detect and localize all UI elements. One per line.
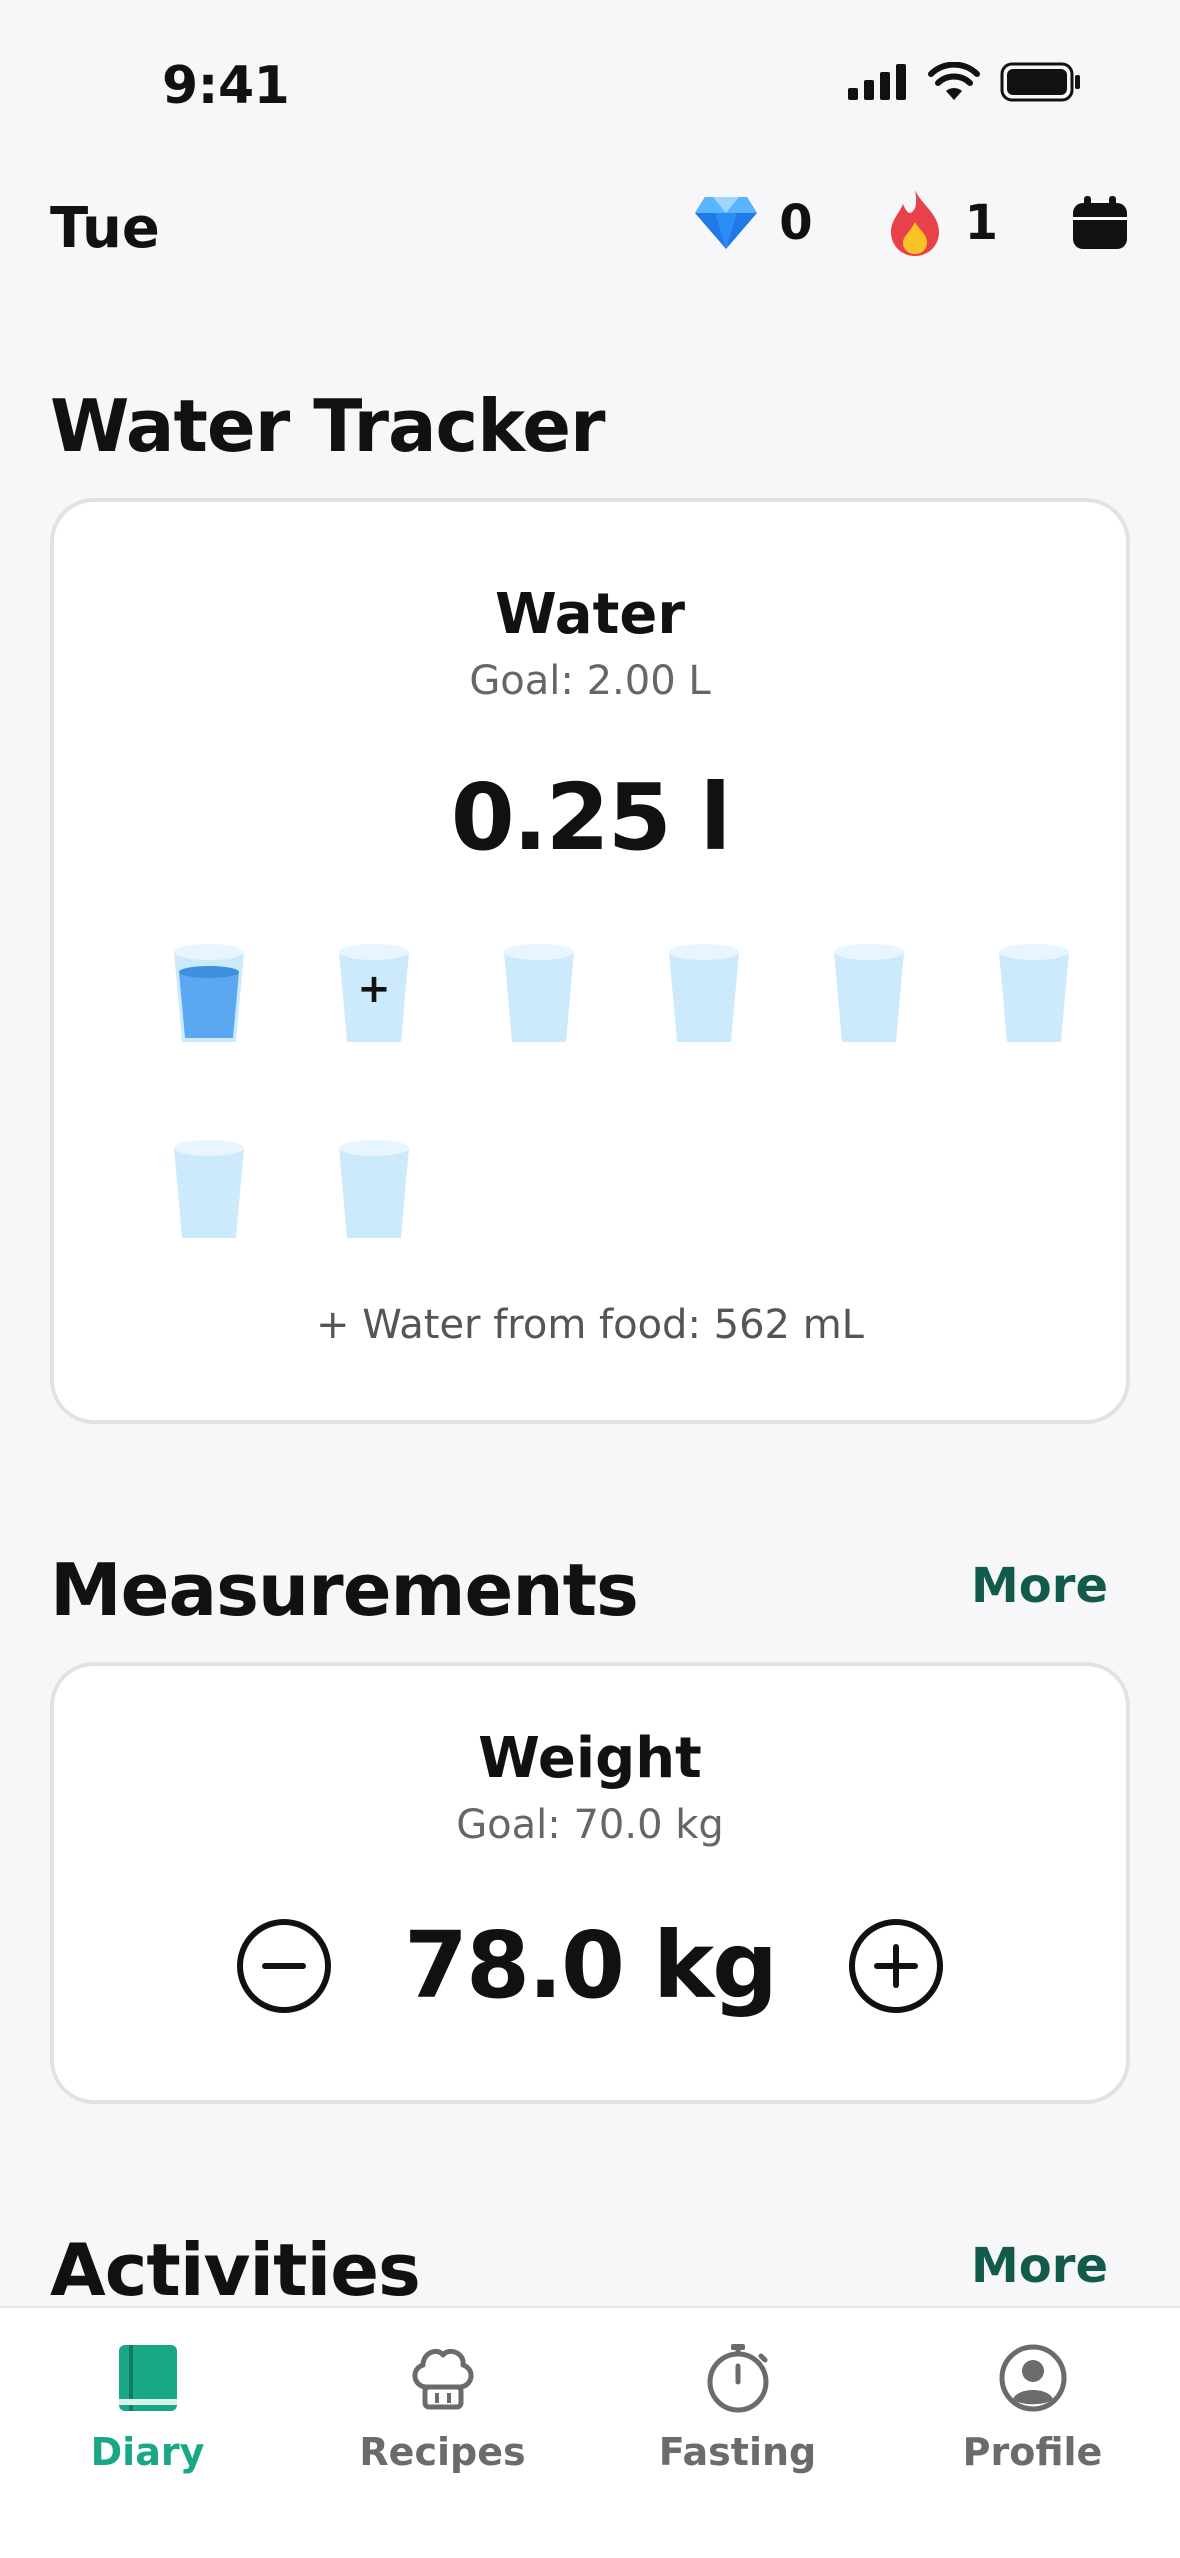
water-from-food: + Water from food: 562 mL (316, 1302, 864, 1348)
gems-counter[interactable]: 0 (693, 195, 813, 251)
tab-profile[interactable]: Profile (885, 2340, 1180, 2474)
minus-circle-icon (236, 1918, 331, 2013)
glass-icon (174, 944, 244, 1042)
water-goal: Goal: 2.00 L (469, 658, 711, 704)
streak-count: 1 (964, 195, 998, 251)
tab-recipes[interactable]: Recipes (295, 2340, 590, 2474)
weight-goal: Goal: 70.0 kg (456, 1802, 724, 1848)
water-glass-empty[interactable] (959, 942, 1109, 1046)
water-glass-empty[interactable] (629, 942, 779, 1046)
flame-icon (890, 190, 939, 256)
weight-card: Weight Goal: 70.0 kg 78.0 kg (50, 1662, 1130, 2104)
user-icon (995, 2340, 1071, 2416)
decrease-weight-button[interactable] (236, 1918, 332, 2014)
measurements-section-title: Measurements (50, 1548, 639, 1632)
activities-section-title: Activities (50, 2228, 421, 2312)
tab-diary-label: Diary (90, 2430, 205, 2474)
glass-icon (174, 1140, 244, 1238)
glass-icon (504, 944, 574, 1042)
tab-fasting-label: Fasting (658, 2430, 817, 2474)
day-label[interactable]: Tue (50, 196, 160, 261)
water-glass-add[interactable]: + (299, 942, 449, 1046)
tab-bar: Diary Recipes Fasting Profile (0, 2306, 1180, 2558)
water-card-title: Water (495, 582, 685, 647)
weight-card-title: Weight (478, 1726, 702, 1791)
water-section-title: Water Tracker (50, 384, 606, 468)
glass-icon (669, 944, 739, 1042)
wifi-icon (928, 62, 980, 100)
calendar-button[interactable] (1070, 193, 1130, 253)
gems-count: 0 (779, 195, 813, 251)
status-icons (848, 62, 1082, 102)
plus-circle-icon (849, 1918, 944, 2013)
water-glass-empty[interactable] (299, 1138, 449, 1242)
water-glass-empty[interactable] (464, 942, 614, 1046)
measurements-more-link[interactable]: More (971, 1558, 1108, 1614)
increase-weight-button[interactable] (848, 1918, 944, 2014)
water-glass-empty[interactable] (134, 1138, 284, 1242)
streak-counter[interactable]: 1 (885, 188, 998, 258)
book-icon (110, 2340, 186, 2416)
tab-diary[interactable]: Diary (0, 2340, 295, 2474)
glass-icon (339, 1140, 409, 1238)
header-metrics: 0 1 (693, 188, 1130, 258)
cellular-signal-icon (848, 64, 906, 100)
battery-icon (1000, 62, 1080, 102)
chef-hat-icon (405, 2340, 481, 2416)
add-glass-plus: + (357, 966, 391, 1012)
glass-icon (999, 944, 1069, 1042)
water-amount: 0.25 l (450, 764, 732, 871)
glass-icon (834, 944, 904, 1042)
activities-more-link[interactable]: More (971, 2238, 1108, 2294)
weight-controls: 78.0 kg (54, 1912, 1126, 2019)
calendar-icon (1073, 196, 1127, 249)
water-glass-filled[interactable] (134, 942, 284, 1046)
water-glasses: + (134, 942, 1069, 1242)
tab-recipes-label: Recipes (359, 2430, 526, 2474)
tab-profile-label: Profile (962, 2430, 1103, 2474)
diamond-icon (695, 197, 758, 249)
weight-value: 78.0 kg (403, 1912, 778, 2019)
status-time: 9:41 (162, 56, 290, 116)
water-glass-empty[interactable] (794, 942, 944, 1046)
tab-fasting[interactable]: Fasting (590, 2340, 885, 2474)
stopwatch-icon (700, 2340, 776, 2416)
water-card: Water Goal: 2.00 L 0.25 l + + Water from… (50, 498, 1130, 1424)
